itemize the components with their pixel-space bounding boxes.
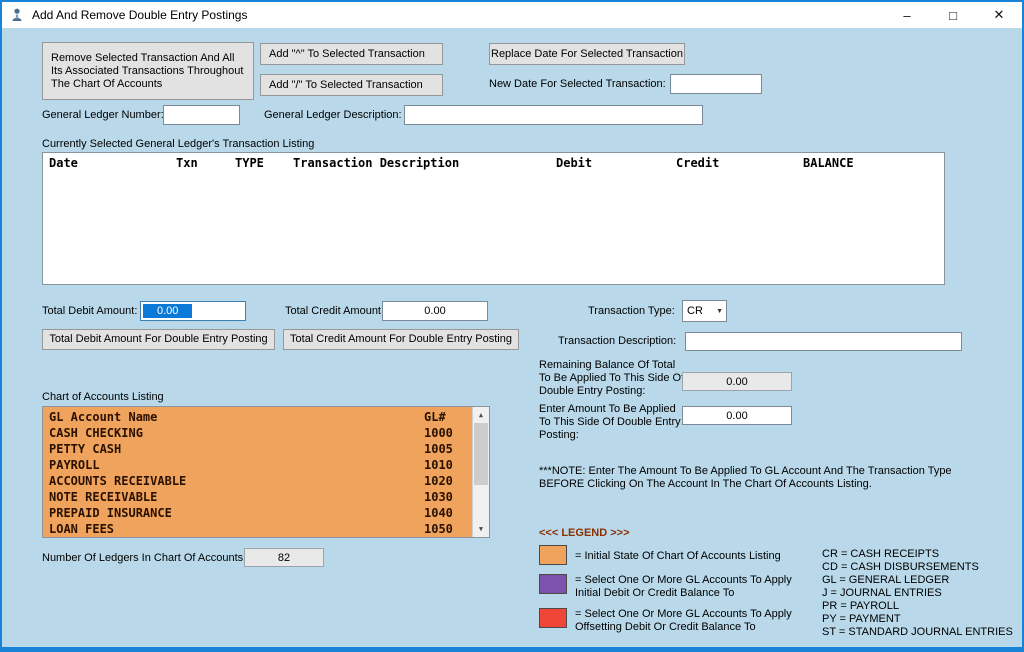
coa-name: NOTE RECEIVABLE [49, 490, 158, 504]
column-date: Date [49, 156, 78, 170]
legend-label-select-offsetting: = Select One Or More GL Accounts To Appl… [575, 608, 792, 633]
list-item[interactable]: PETTY CASH 1005 [49, 441, 472, 457]
list-item[interactable]: LOAN FEES 1050 [49, 521, 472, 537]
abbreviation: ST = STANDARD JOURNAL ENTRIES [822, 626, 1013, 638]
title-bar[interactable]: Add And Remove Double Entry Postings – □… [2, 2, 1022, 28]
coa-name: ACCOUNTS RECEIVABLE [49, 474, 187, 488]
abbreviation: GL = GENERAL LEDGER [822, 574, 950, 586]
column-balance: BALANCE [803, 156, 854, 170]
transaction-description-input[interactable] [685, 332, 962, 351]
abbreviation: PR = PAYROLL [822, 600, 899, 612]
transaction-description-label: Transaction Description: [558, 335, 677, 347]
scroll-up-icon[interactable]: ▲ [473, 407, 489, 423]
gl-number-input[interactable] [163, 105, 240, 125]
app-window: Add And Remove Double Entry Postings – □… [0, 0, 1024, 652]
coa-name: LOAN FEES [49, 522, 115, 536]
column-debit: Debit [556, 156, 593, 170]
legend-swatch-select-initial [539, 574, 567, 594]
total-credit-input[interactable] [382, 301, 488, 321]
column-description: Transaction Description [293, 156, 460, 170]
legend-swatch-initial [539, 545, 567, 565]
coa-header-row: GL Account Name GL# [49, 409, 472, 425]
coa-scrollbar[interactable]: ▲ ▼ [472, 407, 489, 537]
coa-number: 1010 [424, 458, 453, 472]
abbreviation: CR = CASH RECEIPTS [822, 548, 940, 560]
window-controls: – □ ✕ [884, 2, 1022, 28]
transaction-type-label: Transaction Type: [588, 305, 675, 317]
list-item[interactable]: NOTE RECEIVABLE 1030 [49, 489, 472, 505]
remaining-balance-field: 0.00 [682, 372, 792, 391]
coa-number: 1005 [424, 442, 453, 456]
note-text: ***NOTE: Enter The Amount To Be Applied … [539, 465, 952, 490]
add-slash-button[interactable]: Add "/" To Selected Transaction [260, 74, 443, 96]
coa-number: 1020 [424, 474, 453, 488]
coa-name: PREPAID INSURANCE [49, 506, 172, 520]
coa-number: 1040 [424, 506, 453, 520]
total-debit-input[interactable]: 0.00 [140, 301, 246, 321]
column-txn: Txn [176, 156, 198, 170]
coa-name: PAYROLL [49, 458, 100, 472]
chevron-down-icon: ▼ [716, 307, 723, 315]
transaction-listing-caption: Currently Selected General Ledger's Tran… [42, 138, 315, 150]
total-debit-posting-button[interactable]: Total Debit Amount For Double Entry Post… [42, 329, 275, 350]
coa-number: 1050 [424, 522, 453, 536]
gl-description-input[interactable] [404, 105, 703, 125]
scrollbar-thumb[interactable] [474, 423, 488, 485]
coa-header-number: GL# [424, 410, 446, 424]
legend-label-select-initial: = Select One Or More GL Accounts To Appl… [575, 574, 792, 599]
column-type: TYPE [235, 156, 264, 170]
maximize-button[interactable]: □ [930, 2, 976, 28]
abbreviation: J = JOURNAL ENTRIES [822, 587, 942, 599]
ledger-count-label: Number Of Ledgers In Chart Of Accounts: [42, 552, 247, 564]
gl-number-label: General Ledger Number: [42, 109, 164, 121]
remove-transaction-button[interactable]: Remove Selected Transaction And All Its … [42, 42, 254, 100]
window-title: Add And Remove Double Entry Postings [32, 8, 248, 22]
legend-label-initial: = Initial State Of Chart Of Accounts Lis… [575, 550, 781, 562]
abbreviation-list: CR = CASH RECEIPTS CD = CASH DISBURSEMEN… [822, 548, 1013, 639]
chart-of-accounts-rows: GL Account Name GL# CASH CHECKING 1000 P… [43, 407, 472, 537]
legend-swatch-select-offsetting [539, 608, 567, 628]
total-credit-posting-button[interactable]: Total Credit Amount For Double Entry Pos… [283, 329, 519, 350]
coa-name: CASH CHECKING [49, 426, 143, 440]
transaction-type-select[interactable]: CR ▼ [682, 300, 727, 322]
gl-description-label: General Ledger Description: [264, 109, 402, 121]
list-item[interactable]: CASH CHECKING 1000 [49, 425, 472, 441]
list-item[interactable]: PREPAID INSURANCE 1040 [49, 505, 472, 521]
coa-name: PETTY CASH [49, 442, 122, 456]
scroll-down-icon[interactable]: ▼ [473, 521, 489, 537]
legend-title: <<< LEGEND >>> [539, 527, 630, 539]
enter-amount-input[interactable] [682, 406, 792, 425]
total-debit-label: Total Debit Amount: [42, 305, 138, 317]
enter-amount-label: Enter Amount To Be Applied To This Side … [539, 403, 681, 441]
app-icon [12, 8, 22, 21]
abbreviation: PY = PAYMENT [822, 613, 901, 625]
list-item[interactable]: ACCOUNTS RECEIVABLE 1020 [49, 473, 472, 489]
scrollbar-track[interactable] [473, 423, 489, 521]
coa-header-name: GL Account Name [49, 410, 158, 424]
total-debit-selected-text: 0.00 [143, 304, 193, 318]
total-credit-label: Total Credit Amount: [285, 305, 385, 317]
chart-of-accounts-listbox[interactable]: GL Account Name GL# CASH CHECKING 1000 P… [42, 406, 490, 538]
coa-number: 1030 [424, 490, 453, 504]
replace-date-button[interactable]: Replace Date For Selected Transaction [489, 43, 685, 65]
abbreviation: CD = CASH DISBURSEMENTS [822, 561, 979, 573]
list-item[interactable]: PAYROLL 1010 [49, 457, 472, 473]
remaining-balance-label: Remaining Balance Of Total To Be Applied… [539, 359, 685, 397]
column-credit: Credit [676, 156, 720, 170]
add-caret-button[interactable]: Add "^" To Selected Transaction [260, 43, 443, 65]
minimize-button[interactable]: – [884, 2, 930, 28]
chart-of-accounts-caption: Chart of Accounts Listing [42, 391, 164, 403]
transaction-type-value: CR [687, 305, 703, 317]
transaction-listing-header: Date Txn TYPE Transaction Description De… [43, 153, 944, 170]
coa-number: 1000 [424, 426, 453, 440]
ledger-count-field: 82 [244, 548, 324, 567]
new-date-label: New Date For Selected Transaction: [489, 78, 666, 90]
close-button[interactable]: ✕ [976, 2, 1022, 28]
transaction-listing[interactable]: Date Txn TYPE Transaction Description De… [42, 152, 945, 285]
new-date-input[interactable] [670, 74, 762, 94]
